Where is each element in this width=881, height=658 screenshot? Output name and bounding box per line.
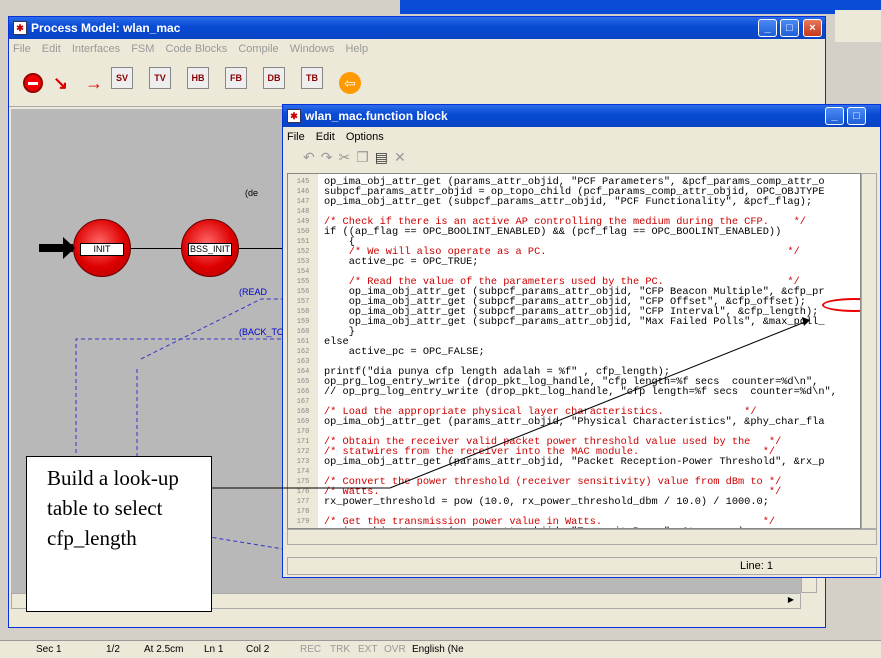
status-at: At 2.5cm bbox=[144, 644, 184, 655]
status-lang: English (Ne bbox=[412, 644, 464, 655]
status-rec[interactable]: REC bbox=[300, 641, 321, 658]
status-trk[interactable]: TRK bbox=[330, 641, 350, 658]
status-ext[interactable]: EXT bbox=[358, 641, 377, 658]
status-col: Col 2 bbox=[246, 644, 270, 655]
status-page: 1/2 bbox=[106, 644, 120, 655]
status-ovr[interactable]: OVR bbox=[384, 641, 406, 658]
callout-text: Build a look-up table to select cfp_leng… bbox=[47, 466, 179, 550]
status-sec: Sec 1 bbox=[36, 644, 62, 655]
callout-box: Build a look-up table to select cfp_leng… bbox=[26, 456, 212, 612]
status-ln: Ln 1 bbox=[204, 644, 224, 655]
word-statusbar: Sec 1 1/2 At 2.5cm Ln 1 Col 2 REC TRK EX… bbox=[0, 640, 881, 658]
